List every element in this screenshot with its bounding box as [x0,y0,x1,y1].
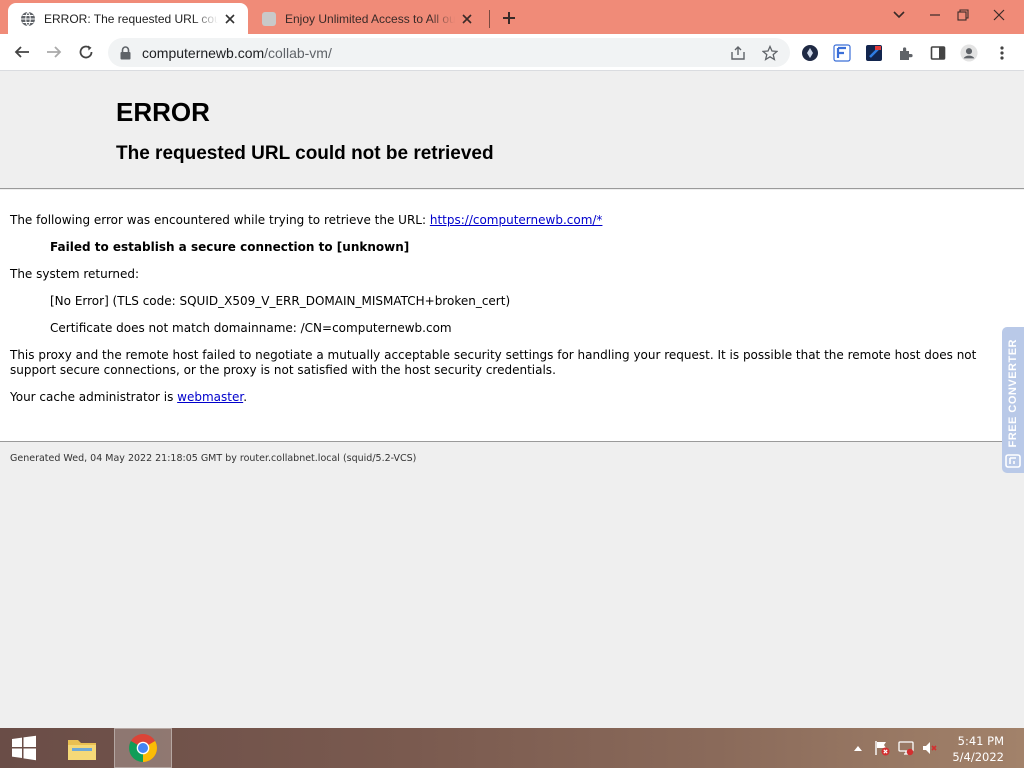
free-converter-logo-icon [1005,454,1021,469]
windows-logo-icon [12,735,36,761]
extensions-puzzle-icon[interactable] [897,44,915,62]
explanation-paragraph: This proxy and the remote host failed to… [10,348,977,377]
page-icon [261,11,277,27]
error-body: The following error was encountered whil… [0,190,1024,442]
close-tab-icon[interactable] [459,11,475,27]
browser-toolbar: computernewb.com/collab-vm/ [0,34,1024,71]
address-bar[interactable]: computernewb.com/collab-vm/ [108,38,790,67]
chrome-taskbar-button[interactable] [114,728,172,768]
chrome-icon [129,734,157,762]
admin-text: Your cache administrator is [10,390,178,404]
webmaster-link[interactable]: webmaster [177,390,243,404]
profile-avatar-icon[interactable] [960,44,978,62]
intro-text: The following error was encountered whil… [10,213,430,227]
globe-icon [20,11,36,27]
system-clock[interactable]: 5:41 PM 5/4/2022 [952,733,1004,765]
free-converter-widget[interactable]: FREE CONVERTER [1002,327,1024,473]
windows-taskbar: 5:41 PM 5/4/2022 [0,728,1024,768]
generated-footer: Generated Wed, 04 May 2022 21:18:05 GMT … [10,453,417,464]
requested-url-link[interactable]: https://computernewb.com/* [430,213,603,227]
tab-divider [489,10,490,28]
tab-title: Enjoy Unlimited Access to All our [285,11,455,26]
network-icon[interactable] [898,740,914,756]
url-domain: computernewb.com [142,44,265,61]
folder-icon [68,740,96,760]
page-subtitle: The requested URL could not be retrieved [116,143,494,164]
tab-error-page[interactable]: ERROR: The requested URL could not be re… [8,3,248,34]
lock-icon[interactable] [118,45,132,61]
system-detail: [No Error] (TLS code: SQUID_X509_V_ERR_D… [50,294,511,308]
url-path: /collab-vm/ [264,44,332,61]
intro-paragraph: The following error was encountered whil… [10,213,1000,228]
error-message: Failed to establish a secure connection … [50,240,410,254]
side-panel-icon[interactable] [929,44,947,62]
free-converter-label: FREE CONVERTER [1007,339,1019,448]
back-button[interactable] [8,38,36,66]
close-window-button[interactable] [982,0,1016,30]
new-tab-button[interactable] [498,7,520,29]
file-explorer-button[interactable] [58,728,106,768]
action-center-flag-icon[interactable] [874,740,890,756]
clock-date: 5/4/2022 [952,750,1004,764]
bookmark-star-icon[interactable] [761,44,779,62]
url-text: computernewb.com/collab-vm/ [142,45,332,61]
admin-suffix: . [243,390,248,404]
extension-dark-icon[interactable] [865,44,883,62]
volume-muted-icon[interactable] [922,740,938,756]
start-button[interactable] [0,728,48,768]
tab-enjoy-unlimited[interactable]: Enjoy Unlimited Access to All our [253,3,485,34]
reload-button[interactable] [72,38,100,66]
system-returned-label: The system returned: [10,267,140,281]
show-hidden-icons-chevron-icon[interactable] [850,740,866,756]
page-content: ERROR The requested URL could not be ret… [0,71,1024,728]
tab-search-chevron-icon[interactable] [882,0,916,30]
extension-f-icon[interactable] [833,44,851,62]
more-menu-icon[interactable] [993,44,1011,62]
extension-shield-icon[interactable] [801,44,819,62]
certificate-detail: Certificate does not match domainname: /… [50,321,452,335]
error-header: ERROR The requested URL could not be ret… [0,71,1024,189]
close-tab-icon[interactable] [222,11,238,27]
restore-button[interactable] [946,0,980,30]
admin-paragraph: Your cache administrator is webmaster. [10,390,1000,405]
tab-title: ERROR: The requested URL could not be re… [44,11,218,26]
page-title: ERROR [116,97,210,127]
share-icon[interactable] [729,44,747,62]
forward-button[interactable] [40,38,68,66]
tab-strip: ERROR: The requested URL could not be re… [0,0,1024,34]
clock-time: 5:41 PM [957,734,1004,748]
